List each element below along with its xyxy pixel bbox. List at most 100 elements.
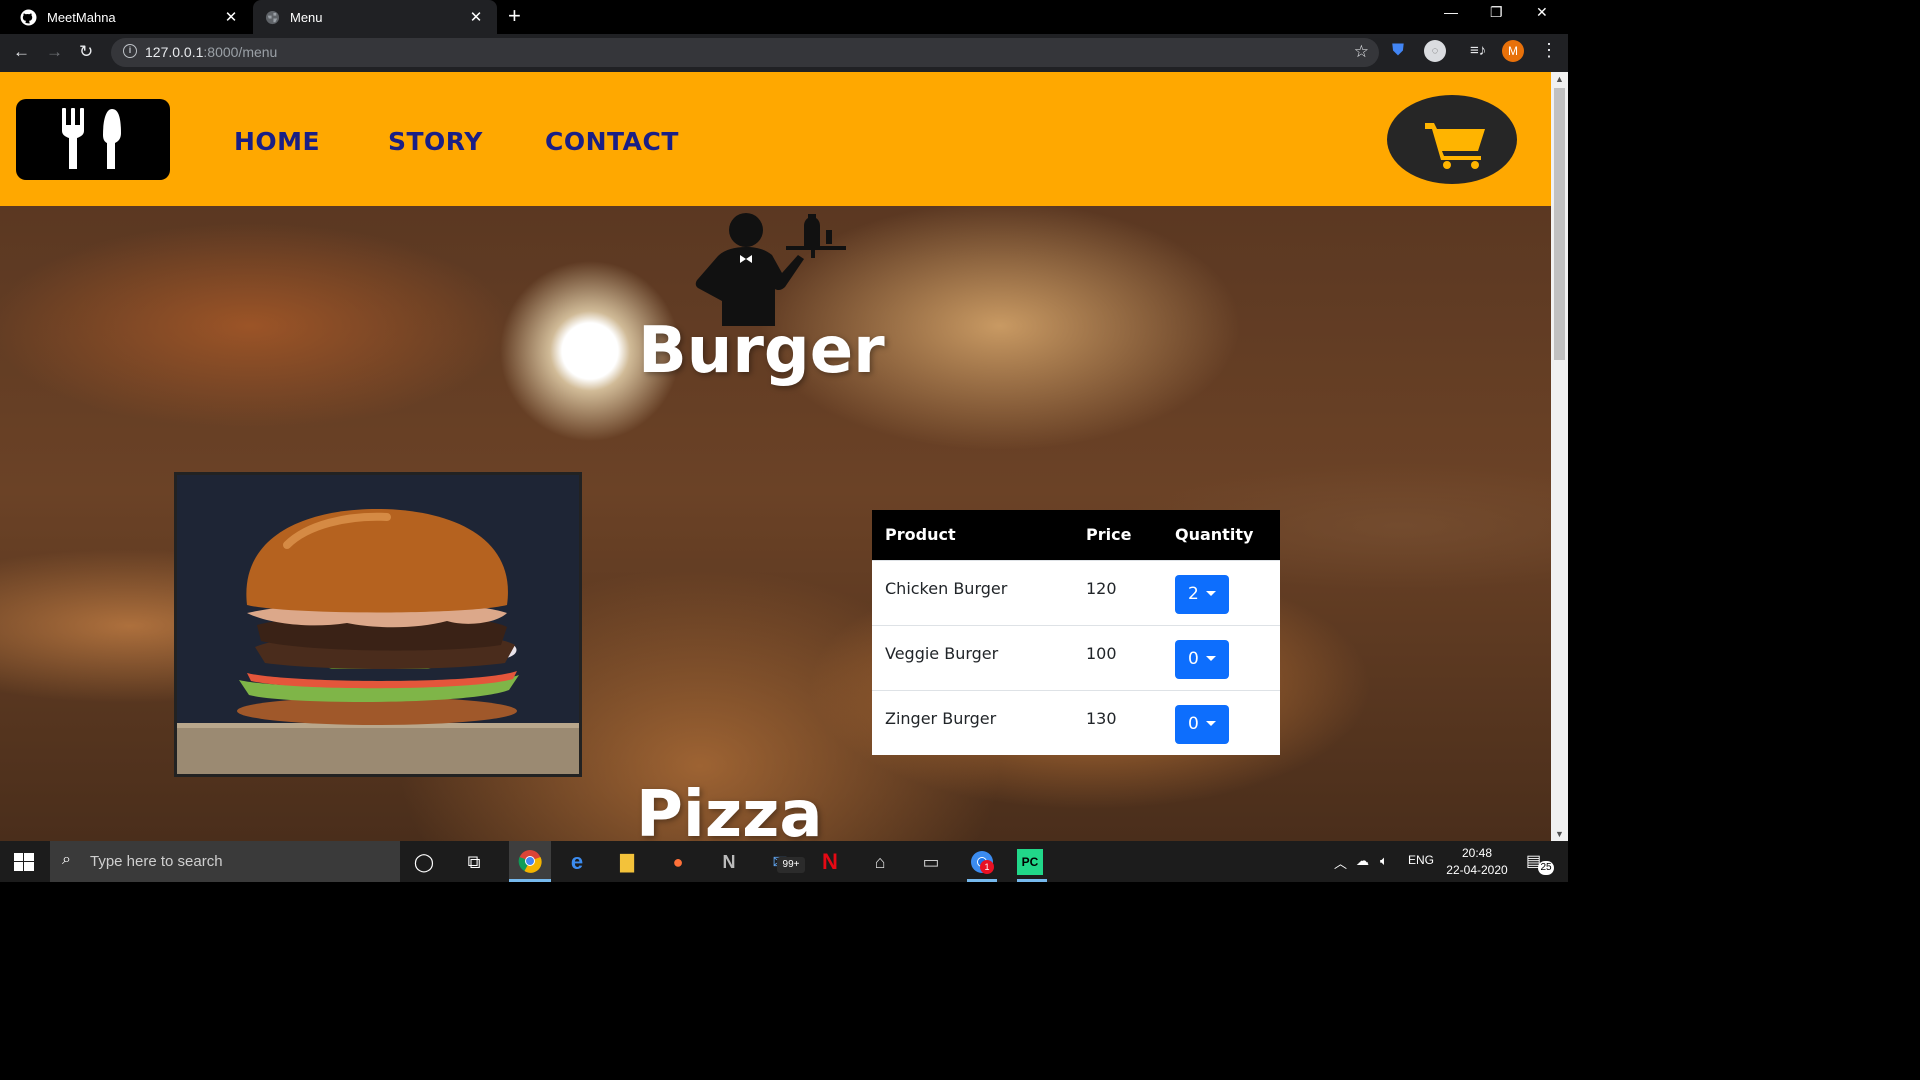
volume-icon[interactable]: 🔈︎ bbox=[1380, 853, 1388, 869]
product-name: Zinger Burger bbox=[872, 689, 1073, 755]
media-control-icon[interactable]: ≡♪ bbox=[1470, 42, 1486, 59]
section-title-pizza: Pizza bbox=[636, 778, 823, 841]
caret-down-icon bbox=[1206, 720, 1216, 726]
quantity-dropdown[interactable]: 0 bbox=[1175, 704, 1229, 744]
windows-taskbar: ⌕ Type here to search ◯ ⧉ e ▇ ● N ✉ 99+ … bbox=[0, 841, 1568, 882]
close-icon[interactable]: ✕ bbox=[222, 8, 240, 26]
menu-hero: Burger Product Price Quantity Chicken Bu… bbox=[0, 206, 1551, 841]
quantity-value: 2 bbox=[1188, 583, 1199, 604]
burger-menu-table: Product Price Quantity Chicken Burger 12… bbox=[872, 510, 1280, 755]
mail-badge: 99+ bbox=[777, 857, 805, 873]
terminal-icon[interactable]: ▭ bbox=[916, 847, 946, 877]
new-tab-button[interactable]: + bbox=[508, 5, 521, 27]
table-row: Zinger Burger 130 0 bbox=[872, 689, 1280, 755]
scrollbar-thumb[interactable] bbox=[1554, 88, 1565, 360]
product-price: 130 bbox=[1073, 689, 1162, 755]
quantity-dropdown[interactable]: 0 bbox=[1175, 639, 1229, 679]
table-header-row: Product Price Quantity bbox=[872, 510, 1280, 560]
store-icon[interactable]: ⌂ bbox=[865, 847, 895, 877]
pycharm-icon[interactable]: PC bbox=[1017, 849, 1043, 875]
tab-meetmahna[interactable]: MeetMahna ✕ bbox=[8, 0, 252, 34]
taskbar-search[interactable]: ⌕ Type here to search bbox=[50, 841, 400, 882]
clock-time: 20:48 bbox=[1461, 846, 1493, 860]
url-host: 127.0.0.1 bbox=[145, 44, 204, 60]
site-logo[interactable] bbox=[16, 99, 170, 180]
firefox-icon[interactable]: ● bbox=[663, 847, 693, 877]
search-icon: ⌕ bbox=[62, 851, 71, 868]
caret-down-icon bbox=[1206, 590, 1216, 596]
notion-icon[interactable]: N bbox=[714, 847, 744, 877]
reload-icon[interactable]: ↻ bbox=[79, 42, 93, 62]
quantity-cell: 0 bbox=[1162, 624, 1280, 690]
tab-title: MeetMahna bbox=[47, 9, 116, 25]
cortana-icon[interactable]: ◯ bbox=[409, 847, 439, 877]
netflix-icon[interactable]: N bbox=[815, 847, 845, 877]
profile-avatar[interactable]: M bbox=[1502, 40, 1524, 62]
cart-button[interactable] bbox=[1387, 95, 1517, 184]
browser-toolbar: ← → ↻ i 127.0.0.1:8000/menu ☆ ⛊ ◌ ≡♪ M ⋮ bbox=[0, 34, 1568, 72]
minimize-icon[interactable]: — bbox=[1444, 4, 1458, 20]
burger-image bbox=[174, 472, 582, 777]
column-header-price: Price bbox=[1073, 510, 1162, 560]
product-name: Veggie Burger bbox=[872, 624, 1073, 690]
product-name: Chicken Burger bbox=[872, 559, 1073, 625]
quantity-value: 0 bbox=[1188, 713, 1199, 734]
search-placeholder: Type here to search bbox=[90, 853, 223, 870]
waiter-icon bbox=[695, 213, 846, 326]
tab-menu[interactable]: Menu ✕ bbox=[253, 0, 497, 34]
nav-link-home[interactable]: HOME bbox=[234, 127, 320, 156]
task-view-icon[interactable]: ⧉ bbox=[459, 847, 489, 877]
bookmark-star-icon[interactable]: ☆ bbox=[1354, 42, 1369, 62]
notification-count: 25 bbox=[1538, 861, 1554, 875]
running-app-indicator bbox=[967, 879, 997, 882]
scroll-up-arrow-icon[interactable]: ▲ bbox=[1555, 74, 1564, 84]
clock-date: 22-04-2020 bbox=[1446, 863, 1508, 877]
kebab-menu-icon[interactable]: ⋮ bbox=[1540, 40, 1558, 61]
page-viewport: HOME STORY CONTACT Burger Product Price … bbox=[0, 72, 1551, 841]
file-explorer-icon[interactable]: ▇ bbox=[612, 847, 642, 877]
nav-link-story[interactable]: STORY bbox=[388, 127, 483, 156]
taskbar-clock[interactable]: 20:48 22-04-2020 bbox=[1444, 845, 1510, 879]
scroll-down-arrow-icon[interactable]: ▼ bbox=[1555, 829, 1564, 839]
shield-extension-icon[interactable]: ⛊ bbox=[1392, 42, 1410, 60]
product-price: 120 bbox=[1073, 559, 1162, 625]
quantity-cell: 2 bbox=[1162, 559, 1280, 625]
tab-title: Menu bbox=[290, 9, 323, 25]
table-row: Veggie Burger 100 0 bbox=[872, 624, 1280, 690]
quantity-cell: 0 bbox=[1162, 689, 1280, 755]
nav-link-contact[interactable]: CONTACT bbox=[545, 127, 679, 156]
column-header-quantity: Quantity bbox=[1162, 510, 1280, 560]
url-path: :8000/menu bbox=[203, 44, 278, 60]
running-app-indicator bbox=[1017, 879, 1047, 882]
chrome-icon bbox=[518, 850, 542, 873]
language-indicator[interactable]: ENG bbox=[1408, 853, 1434, 867]
column-header-product: Product bbox=[872, 510, 1073, 560]
url-text: 127.0.0.1:8000/menu bbox=[145, 44, 277, 60]
ghost-extension-icon[interactable]: ◌ bbox=[1424, 40, 1446, 62]
info-icon[interactable]: i bbox=[123, 44, 137, 58]
restore-icon[interactable]: ❐ bbox=[1490, 4, 1503, 21]
quantity-value: 0 bbox=[1188, 648, 1199, 669]
windows-start-icon[interactable] bbox=[14, 853, 34, 871]
close-icon[interactable]: ✕ bbox=[467, 8, 485, 26]
chrome-taskbar-button[interactable] bbox=[509, 841, 551, 882]
onedrive-icon[interactable]: ☁ bbox=[1356, 853, 1369, 869]
browser-tabstrip: MeetMahna ✕ Menu ✕ + — ❐ ✕ bbox=[0, 0, 1568, 34]
back-arrow-icon[interactable]: ← bbox=[13, 42, 30, 62]
globe-icon bbox=[265, 10, 280, 24]
page-scrollbar[interactable]: ▲ ▼ bbox=[1551, 72, 1568, 841]
active-app-indicator bbox=[509, 879, 551, 882]
site-navbar: HOME STORY CONTACT bbox=[0, 72, 1551, 206]
github-icon bbox=[20, 9, 37, 25]
product-price: 100 bbox=[1073, 624, 1162, 690]
caret-down-icon bbox=[1206, 655, 1216, 661]
window-close-icon[interactable]: ✕ bbox=[1536, 4, 1548, 21]
chevron-up-icon[interactable]: ︿ bbox=[1334, 853, 1347, 872]
fork-knife-icon bbox=[62, 108, 121, 169]
section-title-burger: Burger bbox=[638, 314, 885, 388]
cart-icon bbox=[1425, 123, 1485, 169]
quantity-dropdown[interactable]: 2 bbox=[1175, 574, 1229, 614]
edge-icon[interactable]: e bbox=[562, 847, 592, 877]
forward-arrow-icon[interactable]: → bbox=[46, 42, 63, 62]
address-bar[interactable]: i 127.0.0.1:8000/menu ☆ bbox=[111, 38, 1379, 67]
